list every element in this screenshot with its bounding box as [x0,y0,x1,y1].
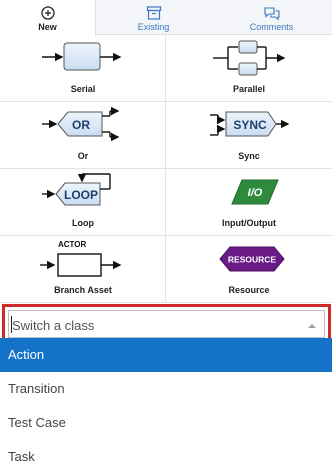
palette-item-branch-asset[interactable]: ACTOR Branch Asset [0,236,166,303]
palette-item-loop-label: Loop [72,218,94,228]
or-shape-icon: OR [42,106,120,142]
tab-existing[interactable]: Existing [96,0,211,35]
palette-item-parallel[interactable]: Parallel [166,35,332,102]
palette-item-sync[interactable]: SYNC Sync [166,102,332,169]
class-options-list: Action Transition Test Case Task [0,338,332,474]
palette-item-branch-asset-label: Branch Asset [54,285,112,295]
io-shape-icon: I/O [231,179,279,205]
actor-shape-icon: ACTOR [40,240,122,277]
resource-shape-icon: RESOURCE [219,246,285,272]
resource-shape-text: RESOURCE [228,255,277,265]
class-option-test-case[interactable]: Test Case [0,406,332,440]
loop-shape-text: LOOP [64,188,98,202]
comments-icon [263,7,280,21]
serial-shape-icon [42,42,122,71]
palette-item-resource-label: Resource [228,285,270,295]
class-select-input[interactable]: Switch a class [8,310,325,338]
sync-shape-text: SYNC [233,118,267,132]
class-option-task[interactable]: Task [0,440,332,474]
tab-new-label: New [38,22,57,32]
class-option-action[interactable]: Action [0,338,332,372]
actor-shape-text: ACTOR [58,240,87,249]
class-option-transition[interactable]: Transition [0,372,332,406]
tab-existing-label: Existing [137,22,170,32]
loop-shape-icon: LOOP [42,173,111,206]
palette-item-resource[interactable]: RESOURCE Resource [166,236,332,303]
palette-item-input-output[interactable]: I/O Input/Output [166,169,332,236]
plus-circle-icon [40,6,55,20]
tab-new[interactable]: New [0,0,96,36]
or-shape-text: OR [72,118,90,132]
tab-bar: New Existing Comments [0,0,332,36]
palette-item-or[interactable]: OR Or [0,102,166,169]
palette-item-serial[interactable]: Serial [0,35,166,102]
parallel-shape-icon [213,40,286,76]
archive-icon [146,6,161,20]
palette-item-serial-label: Serial [70,84,96,94]
tab-comments[interactable]: Comments [211,0,332,35]
io-shape-text: I/O [248,187,263,199]
palette-item-loop[interactable]: LOOP Loop [0,169,166,236]
class-select-placeholder: Switch a class [12,318,95,333]
palette-item-sync-label: Sync [238,151,260,161]
palette-item-or-label: Or [77,151,89,161]
palette-item-parallel-label: Parallel [232,84,266,94]
palette-grid: Serial Parallel OR Or SYNC Sync LOOP Loo… [0,35,332,303]
tab-comments-label: Comments [249,22,294,32]
sync-shape-icon: SYNC [210,111,290,137]
dropdown-arrow-icon[interactable] [308,323,316,329]
palette-item-input-output-label: Input/Output [222,218,276,228]
